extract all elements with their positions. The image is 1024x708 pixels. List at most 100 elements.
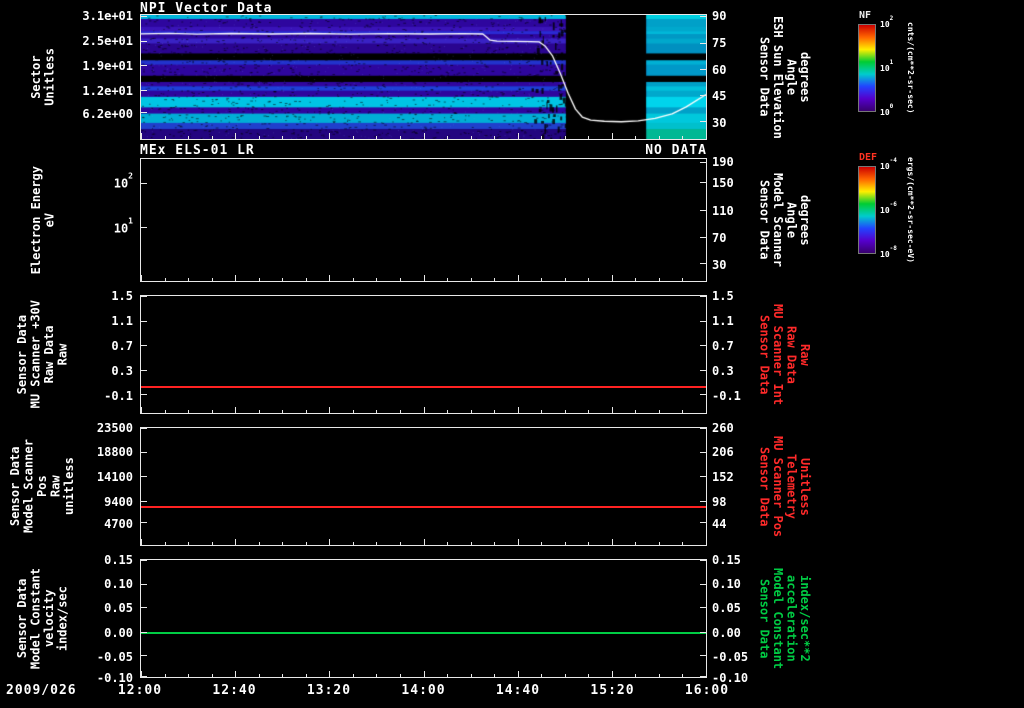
right-axis-title: Sensor Data MU Scanner Int Raw Data Raw [757, 303, 812, 406]
y-tick-mark [141, 394, 147, 396]
y-tick-label: 3.1e+01 [82, 9, 133, 24]
right-tick-label: 150 [712, 175, 734, 190]
x-tick-mark [305, 136, 307, 139]
x-tick-mark [447, 136, 449, 139]
x-tick-mark [282, 278, 284, 281]
colorbar-tick-label: 101 [880, 59, 894, 73]
right-tick-label: 60 [712, 62, 727, 77]
data-line-red [141, 386, 706, 389]
right-axis-title: Sensor Data ESH Sun Elevation Angle degr… [757, 15, 812, 139]
y-tick-label: 14100 [96, 469, 133, 484]
x-tick-label: 13:20 [306, 683, 352, 698]
x-tick-mark [305, 674, 307, 677]
right-axis-title-container: Sensor Data MU Scanner Pos Telemetry Uni… [754, 427, 814, 546]
right-tick-label: 30 [712, 258, 727, 272]
right-tick-label: 0.7 [712, 338, 734, 353]
right-axis-tick-labels: 190 150 110 70 30 [710, 156, 754, 282]
x-tick-mark [305, 278, 307, 281]
x-tick-mark [141, 133, 142, 139]
y-tick-mark [700, 476, 706, 478]
y-tick-mark [700, 427, 706, 429]
y-tick-mark [141, 500, 147, 502]
x-tick-mark [376, 136, 378, 139]
x-tick-mark [211, 410, 213, 413]
x-tick-mark [258, 674, 260, 677]
y-tick-mark [141, 345, 147, 347]
x-tick-mark [164, 542, 166, 545]
x-tick-mark [188, 542, 190, 545]
y-axis-title-container: Sensor Data Model Constant velocity inde… [10, 559, 76, 678]
y-tick-mark [141, 226, 147, 228]
x-tick-mark [447, 410, 449, 413]
x-tick-mark [611, 539, 613, 545]
date-label: 2009/026 [6, 683, 77, 698]
y-axis-title-container: Sensor Data Model Scanner Pos Raw unitle… [8, 427, 76, 546]
y-tick-mark [141, 89, 147, 91]
x-tick-mark [588, 136, 590, 139]
x-tick-mark [399, 674, 401, 677]
y-tick-label: 0.00 [104, 625, 133, 640]
right-axis-tick-labels: 90 75 60 45 30 [710, 10, 754, 140]
x-tick-mark [188, 674, 190, 677]
x-tick-mark [235, 275, 237, 281]
x-tick-label: 12:00 [117, 683, 163, 698]
x-tick-mark [258, 278, 260, 281]
panel-mu-scanner-30v: Sensor Data MU Scanner +30V Raw Data Raw… [0, 290, 1024, 414]
x-tick-mark [706, 275, 707, 281]
npi-spectrogram-image [141, 15, 706, 139]
x-tick-mark [658, 136, 660, 139]
x-tick-mark [188, 136, 190, 139]
right-tick-label: 152 [712, 469, 734, 484]
x-tick-mark [141, 671, 142, 677]
x-tick-mark [706, 407, 707, 413]
x-tick-mark [329, 407, 331, 413]
x-tick-mark [682, 136, 684, 139]
x-tick-mark [211, 136, 213, 139]
y-tick-mark [141, 40, 147, 42]
right-tick-label: 98 [712, 494, 727, 509]
y-tick-mark [700, 451, 706, 453]
y-tick-label: 2.5e+01 [82, 33, 133, 48]
y-tick-mark [141, 15, 147, 17]
y-tick-label: 1.9e+01 [82, 59, 133, 74]
y-tick-mark [141, 607, 147, 609]
right-tick-label: 44 [712, 516, 727, 531]
x-tick-mark [564, 136, 566, 139]
x-tick-mark [399, 410, 401, 413]
y-tick-label: 6.2e+00 [82, 106, 133, 121]
right-axis-tick-labels: 1.5 1.1 0.7 0.3 -0.1 [710, 290, 754, 414]
x-tick-mark [352, 136, 354, 139]
colorbar-nf-title: NF [859, 10, 872, 21]
colorbar-nf-gradient [858, 24, 876, 112]
y-tick-mark [700, 15, 706, 17]
y-tick-mark [700, 394, 706, 396]
y-tick-label: 9400 [104, 494, 133, 509]
right-axis-title-container: Sensor Data MU Scanner Int Raw Data Raw [754, 295, 814, 414]
x-tick-mark [564, 542, 566, 545]
y-tick-mark [700, 42, 706, 44]
right-axis-title-container: Sensor Data Model Constant acceleration … [754, 559, 814, 678]
y-tick-label: -0.05 [96, 650, 133, 665]
y-tick-mark [700, 369, 706, 371]
x-tick-mark [658, 410, 660, 413]
y-tick-mark [700, 345, 706, 347]
colorbar-tick-label: 10-8 [880, 245, 897, 259]
colorbar-tick-label: 10-4 [880, 157, 897, 171]
y-tick-mark [700, 161, 706, 163]
y-tick-mark [141, 369, 147, 371]
x-tick-mark [447, 542, 449, 545]
y-tick-mark [700, 559, 706, 561]
x-tick-mark [329, 133, 331, 139]
y-tick-mark [141, 631, 147, 633]
y-tick-mark [141, 320, 147, 322]
right-tick-label: 70 [712, 230, 727, 245]
x-tick-mark [611, 407, 613, 413]
colorbar-nf: NF 102 101 100 cnts/(cm**2-sr-sec) [858, 10, 1024, 116]
x-tick-mark [706, 671, 707, 677]
y-tick-mark [141, 559, 147, 561]
y-tick-label: 0.05 [104, 601, 133, 616]
y-tick-mark [141, 111, 147, 113]
x-tick-mark [517, 275, 519, 281]
y-tick-mark [141, 476, 147, 478]
x-tick-mark [282, 674, 284, 677]
